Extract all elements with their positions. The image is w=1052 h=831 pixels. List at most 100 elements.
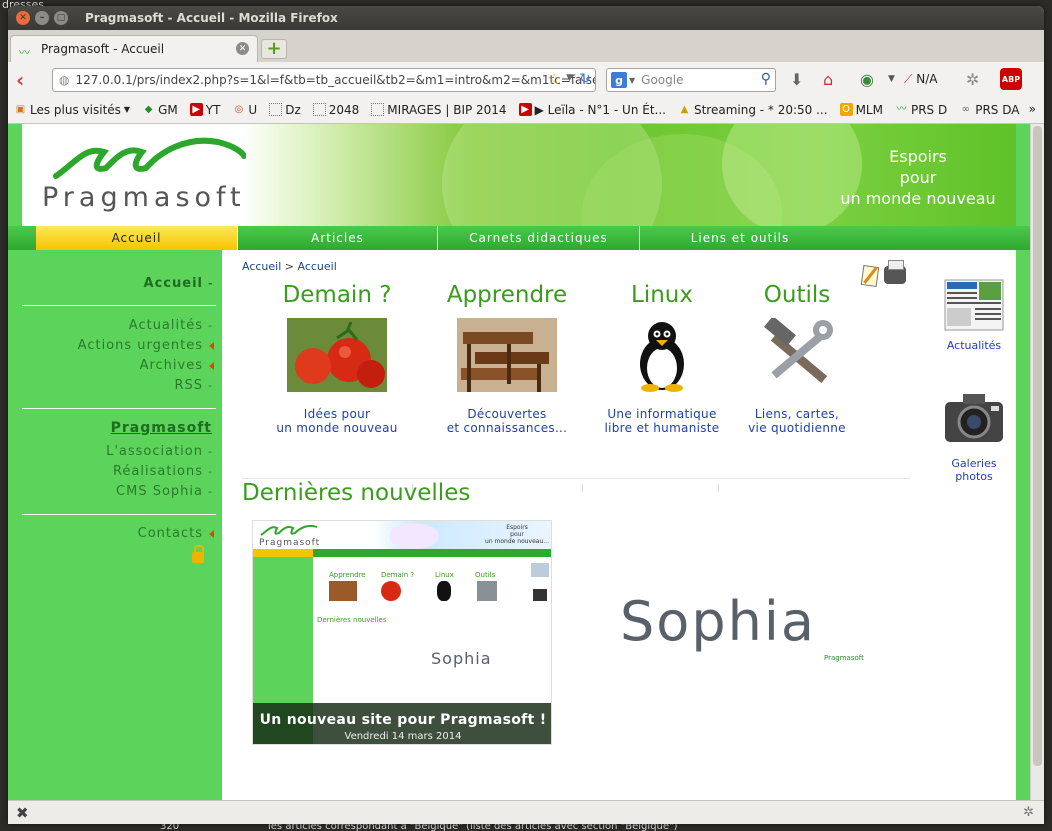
close-window-button[interactable]: ✕	[16, 11, 30, 25]
back-button[interactable]: ‹	[16, 68, 24, 92]
nav-tab-carnets[interactable]: Carnets didactiques	[438, 226, 640, 250]
sidebar-item-archives[interactable]: Archives	[140, 358, 214, 373]
minimize-window-button[interactable]: –	[35, 11, 49, 25]
youtube-icon: ▶	[189, 103, 203, 116]
section-apprendre[interactable]: Apprendre Découvertes et connaissances...	[432, 278, 582, 435]
bookmark-yt[interactable]: ▶ YT	[189, 103, 220, 117]
pragmasoft-logo-icon	[53, 137, 246, 179]
more-bookmarks-icon[interactable]: »	[1029, 102, 1036, 116]
sidebar-item-association[interactable]: L'association -	[106, 444, 214, 459]
sidebar-heading-pragmasoft[interactable]: Pragmasoft	[111, 420, 212, 436]
bookmark-les-plus-visites[interactable]: ▣ Les plus visités ▼	[14, 103, 130, 117]
sidebar-divider	[22, 408, 216, 409]
page-icon	[269, 103, 283, 116]
new-tab-button[interactable]: +	[261, 39, 287, 59]
section-caption[interactable]: Idées pour un monde nouveau	[262, 407, 412, 435]
sidebar-item-realisations[interactable]: Réalisations -	[113, 464, 214, 479]
site-top-nav: Accueil Articles Carnets didactiques Lie…	[8, 226, 1030, 250]
section-title[interactable]: Outils	[722, 278, 872, 312]
sections-grid: Demain ? Idées pour un monde nouveau App…	[262, 278, 862, 492]
bookmark-gm[interactable]: ◆ GM	[142, 103, 178, 117]
na-indicator[interactable]: ⟋ N/A	[904, 72, 937, 87]
search-box[interactable]: g ▼ Google ⚲	[606, 68, 776, 92]
search-icon[interactable]: ⚲	[761, 71, 771, 87]
bookmark-prs-d[interactable]: 〰 PRS D	[895, 103, 947, 117]
sidebar-item-accueil[interactable]: Accueil -	[144, 276, 214, 291]
page-icon	[312, 103, 326, 116]
close-tab-icon[interactable]: ✕	[236, 42, 249, 55]
breadcrumb-home[interactable]: Accueil	[242, 260, 281, 273]
link-icon: ∞	[961, 104, 970, 115]
bookmark-mirages[interactable]: MIRAGES | BIP 2014	[371, 103, 507, 117]
navigation-bar: ‹ ◍ 127.0.0.1/prs/index2.php?s=1&l=f&tb=…	[8, 62, 1044, 96]
section-caption[interactable]: Une informatique libre et humaniste	[587, 407, 737, 435]
school-desks-image-icon[interactable]	[457, 318, 557, 392]
section-linux[interactable]: Linux Une informatique libre et humanist…	[587, 278, 737, 435]
bookmark-mlm[interactable]: O MLM	[839, 103, 883, 117]
scrollbar-thumb[interactable]	[1033, 126, 1042, 766]
section-title[interactable]: Demain ?	[262, 278, 412, 312]
section-title[interactable]: Linux	[587, 278, 737, 312]
reload-icon[interactable]: ↻	[579, 71, 591, 87]
nav-tab-liens[interactable]: Liens et outils	[640, 226, 840, 250]
lock-icon[interactable]	[192, 545, 204, 563]
tux-penguin-icon[interactable]	[612, 318, 712, 392]
bookmark-streaming[interactable]: ▲ Streaming - * 20:50 ...	[678, 103, 828, 117]
page-icon	[371, 103, 385, 116]
site-logo-text[interactable]: Pragmasoft	[42, 182, 246, 213]
folder-icon: ▣	[15, 104, 26, 115]
bookmark-prs-da[interactable]: ∞ PRS DA	[959, 103, 1020, 117]
bookmark-leila[interactable]: ▶ ▶ Leïla - N°1 - Un Ét...	[518, 103, 666, 117]
tab-pragmasoft[interactable]: 〰 Pragmasoft - Accueil ✕	[10, 35, 258, 62]
close-addon-bar-icon[interactable]: ✖	[16, 804, 29, 822]
bookmark-dz[interactable]: Dz	[269, 103, 301, 117]
sophia-logo-sub: Pragmasoft	[824, 654, 864, 662]
url-dropdown-icon[interactable]: ▼	[566, 73, 573, 83]
sidebar-item-rss[interactable]: RSS -	[174, 378, 214, 393]
search-placeholder: Google	[641, 73, 684, 87]
main-content: Accueil > Accueil Demain ? Idées pour un…	[222, 250, 1016, 800]
maximize-window-button[interactable]: ▢	[54, 11, 68, 25]
adblock-icon[interactable]: ABP	[1000, 68, 1022, 90]
bookmark-u[interactable]: ◎ U	[232, 103, 258, 117]
newspaper-icon[interactable]	[943, 278, 1005, 332]
sidebar-item-actualites[interactable]: Actualités -	[129, 318, 214, 333]
search-engine-dropdown-icon[interactable]: ▼	[629, 76, 635, 85]
section-outils[interactable]: Outils Liens, cartes, vie quotidienne	[722, 278, 872, 435]
sidebar-divider	[22, 514, 216, 515]
section-title[interactable]: Apprendre	[432, 278, 582, 312]
tomatoes-image-icon[interactable]	[287, 318, 387, 392]
camera-icon[interactable]	[943, 390, 1005, 450]
addon-dropdown-icon[interactable]: ▼	[888, 74, 895, 84]
section-caption[interactable]: Découvertes et connaissances...	[432, 407, 582, 435]
section-demain[interactable]: Demain ? Idées pour un monde nouveau	[262, 278, 412, 435]
news-item-thumbnail[interactable]: Pragmasoft Espoirs pour un monde nouveau..…	[252, 520, 552, 745]
site-page: Pragmasoft Espoirs pour un monde nouveau…	[8, 124, 1030, 800]
extension-icon[interactable]: ✲	[966, 70, 979, 89]
pragmasoft-icon: 〰	[896, 104, 907, 115]
url-bar[interactable]: ◍ 127.0.0.1/prs/index2.php?s=1&l=f&tb=tb…	[52, 68, 596, 92]
vertical-scrollbar[interactable]	[1030, 124, 1044, 800]
news-item-title[interactable]: Un nouveau site pour Pragmasoft !	[253, 712, 551, 728]
site-sidebar: Accueil - Actualités - Actions urgentes Ar…	[22, 250, 222, 800]
sidebar-item-contacts[interactable]: Contacts	[138, 526, 214, 541]
breadcrumb-current[interactable]: Accueil	[298, 260, 337, 273]
addon-globe-icon[interactable]: ◉	[860, 70, 874, 89]
nav-tab-accueil[interactable]: Accueil	[36, 226, 238, 250]
home-icon[interactable]: ⌂	[823, 70, 833, 89]
sophia-logo[interactable]: Sophia	[620, 590, 816, 653]
right-link-actualites[interactable]: Actualités	[936, 278, 1012, 352]
section-caption[interactable]: Liens, cartes, vie quotidienne	[722, 407, 872, 435]
right-link-galeries[interactable]: Galeries photos	[936, 390, 1012, 483]
bookmark-2048[interactable]: 2048	[312, 103, 359, 117]
sidebar-item-actions-urgentes[interactable]: Actions urgentes	[78, 338, 214, 353]
print-icon[interactable]	[884, 260, 906, 284]
bookmark-star-icon[interactable]: ☆	[548, 70, 561, 88]
hammer-wrench-icon[interactable]	[747, 315, 847, 392]
nav-tab-articles[interactable]: Articles	[238, 226, 438, 250]
addon-settings-icon[interactable]: ✲	[1023, 805, 1034, 820]
map-icon: ◆	[144, 104, 153, 115]
sidebar-item-cms-sophia[interactable]: CMS Sophia -	[116, 484, 214, 499]
download-icon[interactable]: ⬇	[790, 70, 803, 89]
news-caption-banner[interactable]: Un nouveau site pour Pragmasoft ! Vendre…	[253, 703, 551, 744]
